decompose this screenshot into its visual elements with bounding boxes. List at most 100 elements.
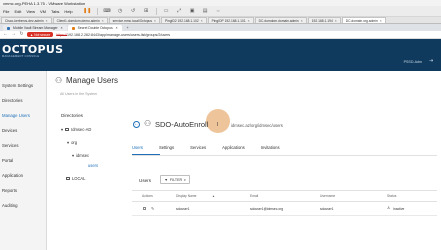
nav-devices[interactable]: Devices: [2, 128, 17, 133]
close-icon[interactable]: ×: [248, 19, 250, 23]
logo-text: OCTOPUS: [2, 43, 64, 56]
menu-vm[interactable]: VM: [40, 9, 46, 14]
group-path: idmsec.az/org/idmsec/users: [231, 123, 283, 128]
chevron-down-icon[interactable]: ▾: [61, 127, 63, 132]
close-icon[interactable]: ×: [46, 19, 48, 23]
url-input[interactable]: https://192.168.2.262:8443/app/manage-us…: [56, 33, 170, 37]
browser-tab-label: Secret Double Octopus: [77, 26, 113, 30]
nav-application[interactable]: Application: [2, 173, 23, 178]
menu-view[interactable]: View: [26, 9, 35, 14]
nav-system-settings[interactable]: System Settings: [2, 83, 33, 88]
vm-tab[interactable]: PingID2 192.168.1.102 ×: [160, 17, 207, 23]
close-icon[interactable]: ×: [335, 19, 337, 23]
vm-tab-label: PingIDP 192.168.1.101: [211, 18, 246, 23]
vm-tab[interactable]: service.mmc.local/Octopus ×: [108, 17, 160, 23]
library-icon[interactable]: ▭: [163, 8, 170, 15]
screen: xmmc.org-PEHA 1.3.75 - VMware Workstatio…: [0, 0, 441, 250]
close-icon[interactable]: ×: [201, 19, 203, 23]
directories-panel: Directories ▾ Idmsec-AD ▾ org ▾ idmsec u…: [57, 108, 120, 206]
tree-node-local[interactable]: LOCAL: [66, 176, 85, 181]
unity-icon[interactable]: ▣: [189, 8, 196, 15]
vm-tab[interactable]: PingIDP 192.168.1.101 ×: [207, 17, 254, 23]
vm-tab[interactable]: 192.168.1.194 ×: [307, 17, 341, 23]
tree-node-label: org: [71, 140, 77, 145]
forward-icon[interactable]: →: [11, 32, 16, 37]
column-username[interactable]: Username: [320, 194, 335, 198]
column-display-name[interactable]: Display Name: [176, 194, 197, 198]
console-view-icon[interactable]: ▤: [202, 8, 209, 15]
back-icon[interactable]: ←: [3, 32, 8, 37]
tree-node-org[interactable]: ▾ org: [67, 140, 77, 145]
arrow-left-icon[interactable]: ←: [133, 121, 140, 128]
vm-tab-label: Cisco-kerberos-dev-admin: [5, 18, 44, 23]
close-icon[interactable]: ×: [61, 26, 63, 30]
cursor-highlight: [206, 109, 230, 133]
page-favicon-icon: [7, 26, 10, 30]
user-icon: ♙: [387, 206, 391, 210]
close-icon[interactable]: ×: [116, 26, 118, 30]
menu-file[interactable]: File: [3, 9, 9, 14]
folder-icon: [66, 177, 70, 180]
users-icon: ⚇: [144, 119, 152, 128]
nav-manage-users[interactable]: Manage Users: [2, 113, 30, 118]
snapshot-icon[interactable]: ◷: [117, 8, 124, 15]
vm-tab-label: DC.domain.org.admin: [345, 18, 378, 23]
fullscreen-icon[interactable]: ⤢: [176, 8, 183, 15]
chevron-down-icon[interactable]: ▾: [67, 140, 69, 145]
users-icon: ⚇: [55, 75, 63, 85]
vm-tab-active[interactable]: DC.domain.org.admin ×: [341, 17, 386, 23]
group-name: SDO-AutoEnroll: [155, 120, 209, 129]
tree-node-users[interactable]: users: [88, 163, 98, 168]
octopus-logo[interactable]: OCTOPUS MANAGEMENT CONSOLE: [2, 44, 63, 59]
cell-display-name: sdouser1: [176, 207, 190, 211]
tab-settings[interactable]: Settings: [159, 145, 181, 150]
table-header: Actions Display Name ▲ Email Username St…: [132, 190, 437, 202]
pencil-icon[interactable]: ✎: [151, 206, 154, 211]
pause-icon[interactable]: ❚❚: [83, 8, 91, 15]
vm-tab[interactable]: Client1.domdom.demo.admin ×: [52, 17, 108, 23]
column-email[interactable]: Email: [250, 194, 258, 198]
tab-users[interactable]: Users: [132, 145, 150, 150]
close-icon[interactable]: ×: [301, 19, 303, 23]
send-keys-icon[interactable]: ⌨: [104, 8, 111, 15]
row-checkbox[interactable]: [143, 207, 146, 211]
page-title: ⚇ Manage Users: [55, 76, 118, 85]
toolbar-divider: [155, 7, 157, 15]
vm-tab[interactable]: DC.domdom.domain.admin ×: [254, 17, 307, 23]
vm-tab-label: service.mmc.local/Octopus: [112, 18, 153, 23]
nav-services[interactable]: Services: [2, 143, 18, 148]
chevron-down-icon[interactable]: ▾: [72, 153, 74, 158]
menu-help[interactable]: Help: [64, 9, 72, 14]
folder-icon: [65, 128, 70, 131]
vmware-tab-strip: Cisco-kerberos-dev-admin × Client1.domdom…: [0, 17, 441, 24]
stretch-icon[interactable]: ⇔: [215, 8, 222, 15]
tab-applications[interactable]: Applications: [222, 145, 252, 150]
close-icon[interactable]: ×: [102, 19, 104, 23]
current-user[interactable]: PSSD-Adm: [404, 60, 422, 64]
nav-portal[interactable]: Portal: [2, 158, 13, 163]
nav-directories[interactable]: Directories: [2, 98, 23, 103]
revert-icon[interactable]: ↺: [130, 8, 137, 15]
vmware-toolbar: ❚❚ ⌨ ◷ ↺ ⊞ ▭ ⤢ ▣ ▤ ⇔: [83, 7, 222, 15]
nav-reports[interactable]: Reports: [2, 188, 17, 193]
manage-snapshots-icon[interactable]: ⊞: [143, 8, 150, 15]
menu-tabs[interactable]: Tabs: [51, 9, 59, 14]
table-row[interactable]: ✎ sdouser1 sdouser1@idmsec.org sdouser1 …: [132, 202, 437, 216]
column-status[interactable]: Status: [387, 194, 396, 198]
not-secure-label: Not secure: [34, 32, 51, 37]
reload-icon[interactable]: ↻: [19, 32, 24, 37]
not-secure-badge[interactable]: ▲ Not secure: [27, 32, 54, 37]
vm-tab[interactable]: Cisco-kerberos-dev-admin ×: [1, 17, 52, 23]
tab-services[interactable]: Services: [190, 145, 213, 150]
tree-node-idmsec[interactable]: ▾ idmsec: [72, 153, 89, 158]
tab-invitations[interactable]: Invitations: [261, 145, 287, 150]
close-icon[interactable]: ×: [154, 19, 156, 23]
close-icon[interactable]: ×: [380, 19, 382, 23]
nav-auditing[interactable]: Auditing: [2, 203, 18, 208]
sort-up-icon[interactable]: ▲: [212, 194, 215, 198]
filter-button[interactable]: ▼ FILTER ▾: [160, 175, 190, 184]
menu-edit[interactable]: Edit: [14, 9, 21, 14]
tree-node-idmsec-ad[interactable]: ▾ Idmsec-AD: [61, 127, 91, 132]
logout-icon[interactable]: ⇥: [429, 59, 435, 64]
tree-node-label: LOCAL: [72, 176, 86, 181]
